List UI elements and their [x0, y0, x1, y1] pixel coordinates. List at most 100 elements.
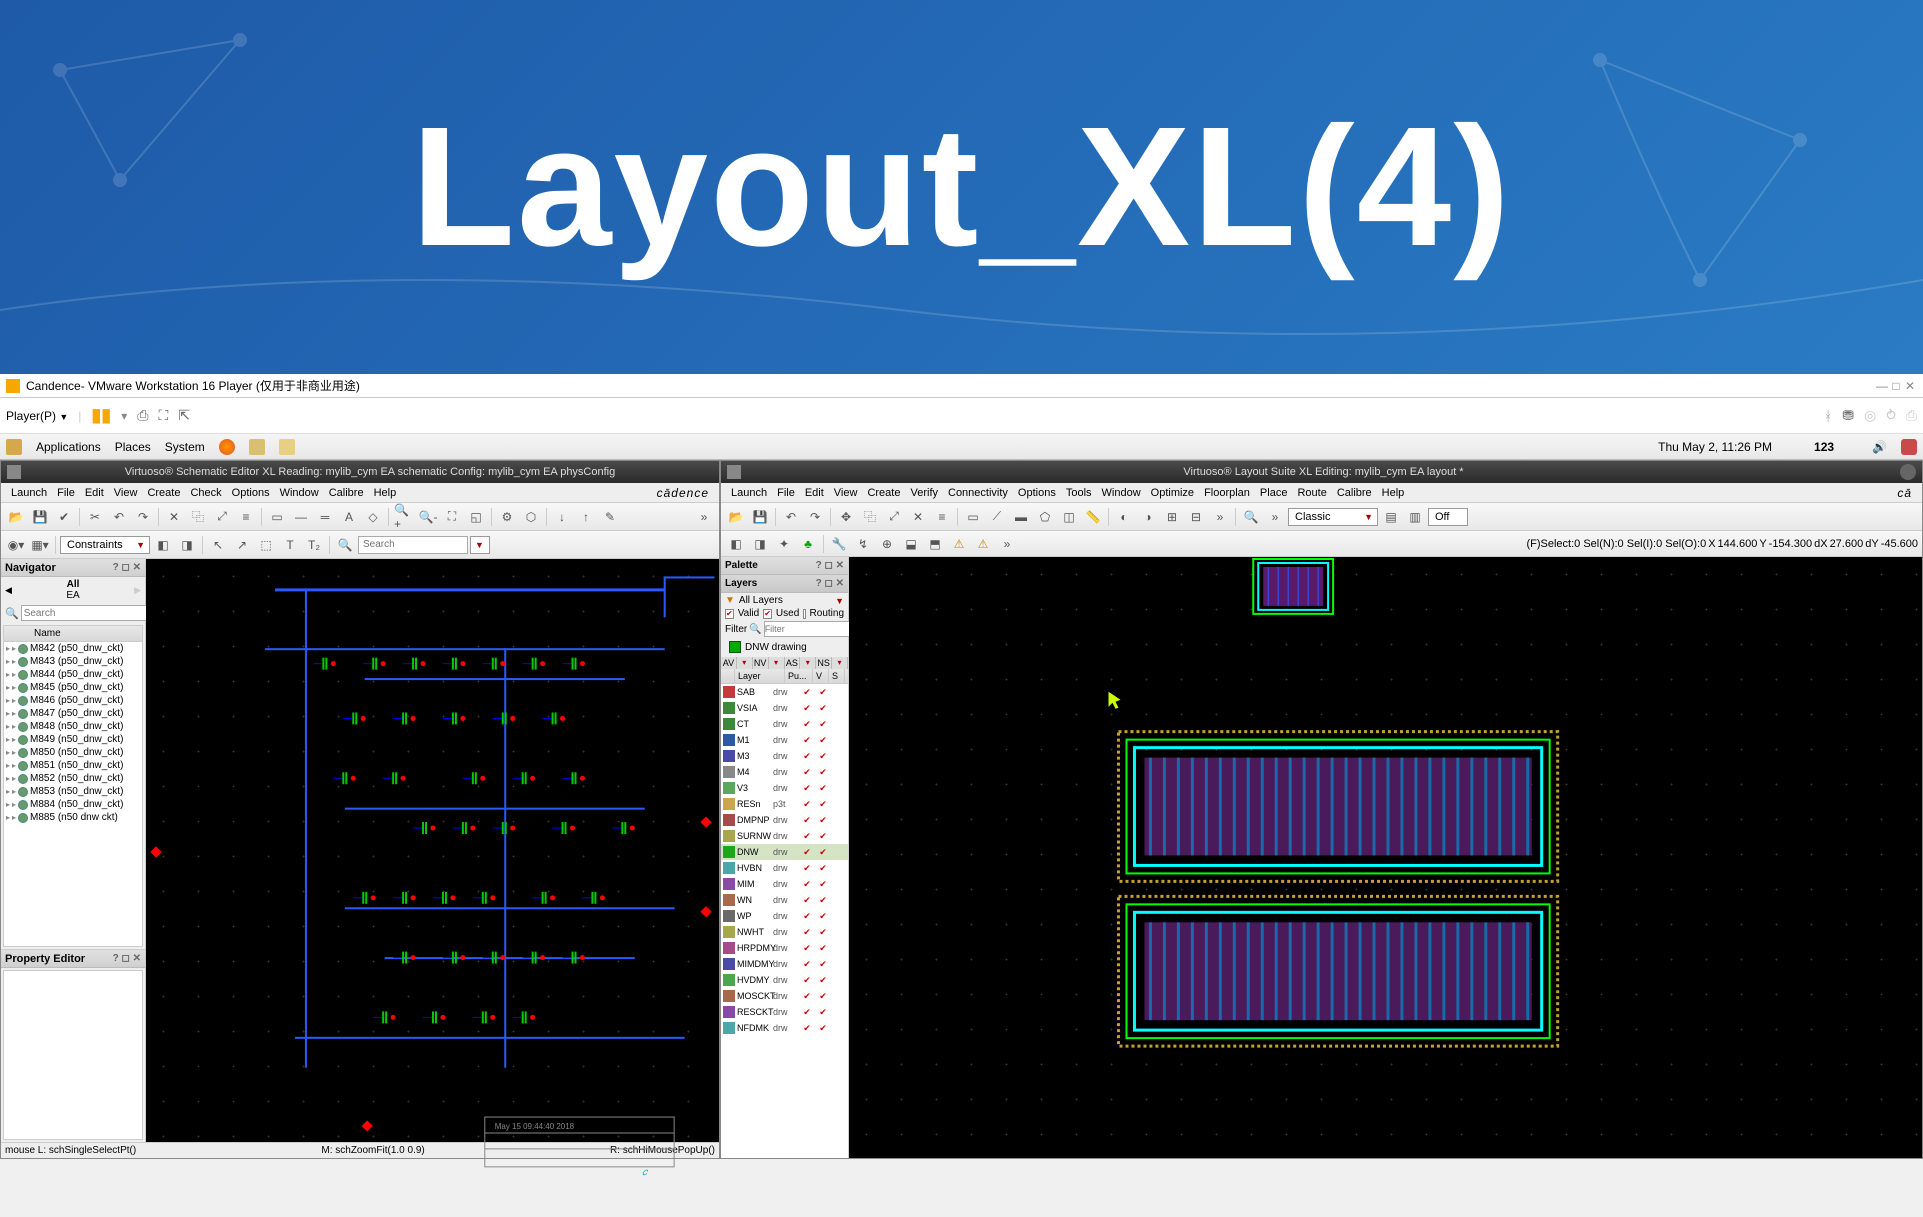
sel3-icon[interactable]: ⬚	[255, 534, 277, 556]
align-icon[interactable]: ♣	[797, 533, 819, 555]
palette-header[interactable]: Palette? ◻ ✕	[721, 557, 848, 575]
prop-icon[interactable]: ≡	[235, 506, 257, 528]
current-layer[interactable]: DNW drawing	[725, 639, 844, 655]
menu-connectivity[interactable]: Connectivity	[944, 487, 1012, 499]
t2[interactable]: ◨	[749, 533, 771, 555]
layer-row[interactable]: NFDMKdrw✔✔	[721, 1020, 848, 1036]
tree-item[interactable]: ▸▸M843 (p50_dnw_ckt)	[4, 655, 142, 668]
layer-row[interactable]: M1drw✔✔	[721, 732, 848, 748]
layer-row[interactable]: WNdrw✔✔	[721, 892, 848, 908]
menu-create[interactable]: Create	[143, 487, 184, 499]
warn-icon[interactable]: ⚠	[948, 533, 970, 555]
ruler-icon[interactable]: 📏	[1082, 506, 1104, 528]
menu-check[interactable]: Check	[186, 487, 225, 499]
distro-icon[interactable]	[6, 439, 22, 455]
ci3[interactable]: ⊞	[1161, 506, 1183, 528]
all-layers-drop[interactable]: ▼	[835, 596, 844, 606]
search-drop[interactable]: ▼	[470, 536, 490, 554]
prop-editor-header[interactable]: Property Editor ? ◻ ✕	[1, 950, 145, 968]
layer-row[interactable]: CTdrw✔✔	[721, 716, 848, 732]
tree-item[interactable]: ▸▸M848 (n50_dnw_ckt)	[4, 720, 142, 733]
menu-help[interactable]: Help	[1378, 487, 1409, 499]
menu-window[interactable]: Window	[1098, 487, 1145, 499]
used-checkbox[interactable]: ✔	[763, 609, 772, 619]
ci4[interactable]: ⊟	[1185, 506, 1207, 528]
tree-item[interactable]: ▸▸M847 (p50_dnw_ckt)	[4, 707, 142, 720]
zoom-out-icon[interactable]: 🔍-	[417, 506, 439, 528]
close-icon[interactable]	[1900, 464, 1916, 480]
tree-item[interactable]: ▸▸M844 (p50_dnw_ckt)	[4, 668, 142, 681]
t5[interactable]: ⊕	[876, 533, 898, 555]
t1[interactable]: ◧	[725, 533, 747, 555]
zoom-in-icon[interactable]: 🔍+	[393, 506, 415, 528]
menu-edit[interactable]: Edit	[801, 487, 828, 499]
tree-item[interactable]: ▸▸M853 (n50_dnw_ckt)	[4, 785, 142, 798]
wide-wire-icon[interactable]: ═	[314, 506, 336, 528]
tree-column-name[interactable]: Name	[4, 626, 142, 642]
stretch-icon[interactable]: ⤢	[211, 506, 233, 528]
wire-icon[interactable]: —	[290, 506, 312, 528]
layer-row[interactable]: DMPNPdrw✔✔	[721, 812, 848, 828]
tree-item[interactable]: ▸▸M885 (n50 dnw ckt)	[4, 811, 142, 824]
copy-icon[interactable]: ⿻	[187, 506, 209, 528]
clock[interactable]: Thu May 2, 11:26 PM	[1658, 440, 1772, 454]
net-icon[interactable]: ⥁	[1886, 407, 1896, 424]
menu-place[interactable]: Place	[1256, 487, 1292, 499]
cd-icon[interactable]: ◎	[1864, 407, 1876, 424]
menu-applications[interactable]: Applications	[36, 440, 101, 454]
delete-icon[interactable]: ✕	[163, 506, 185, 528]
zoom-fit-icon[interactable]: ⛶	[441, 506, 463, 528]
layer-row[interactable]: M3drw✔✔	[721, 748, 848, 764]
menu-help[interactable]: Help	[370, 487, 401, 499]
layer-row[interactable]: M4drw✔✔	[721, 764, 848, 780]
tree-item[interactable]: ▸▸M845 (p50_dnw_ckt)	[4, 681, 142, 694]
t6[interactable]: ⬓	[900, 533, 922, 555]
off-dropdown[interactable]: Off	[1428, 508, 1468, 526]
t4[interactable]: ↯	[852, 533, 874, 555]
fwd-icon[interactable]: ▶	[134, 585, 141, 596]
wk1-icon[interactable]: ▤	[1380, 506, 1402, 528]
asc-icon[interactable]: ↑	[575, 506, 597, 528]
filter-icon[interactable]: ▼	[725, 595, 735, 606]
bt-icon[interactable]: ᚼ	[1824, 408, 1832, 424]
battery-indicator[interactable]: 123	[1814, 440, 1834, 454]
layout-canvas[interactable]	[849, 557, 1922, 1158]
navigator-header[interactable]: Navigator ? ◻ ✕	[1, 559, 145, 577]
pin-icon[interactable]: ? ◻ ✕	[113, 953, 141, 964]
layer-table-header[interactable]: Layer Pu... V S	[721, 669, 848, 684]
search-icon[interactable]: 🔍	[749, 624, 761, 635]
layer-icon[interactable]: ▦▾	[29, 534, 51, 556]
menu-options[interactable]: Options	[228, 487, 274, 499]
check-icon[interactable]: ✔	[53, 506, 75, 528]
undo-icon[interactable]: ↶	[780, 506, 802, 528]
tree-item[interactable]: ▸▸M884 (n50_dnw_ckt)	[4, 798, 142, 811]
instance-icon[interactable]: ▭	[266, 506, 288, 528]
rect-icon[interactable]: ▬	[1010, 506, 1032, 528]
menu-route[interactable]: Route	[1293, 487, 1330, 499]
layer-row[interactable]: NWHTdrw✔✔	[721, 924, 848, 940]
layer-table[interactable]: Layer Pu... V S SABdrw✔✔VSIAdrw✔✔CTdrw✔✔…	[721, 669, 848, 1158]
constraint-icon[interactable]: ⚙	[496, 506, 518, 528]
window-controls[interactable]: —□✕	[1875, 379, 1917, 393]
menu-view[interactable]: View	[110, 487, 142, 499]
del-icon[interactable]: ✕	[907, 506, 929, 528]
power-icon[interactable]	[1901, 439, 1917, 455]
fullscreen-icon[interactable]: ⛶	[158, 407, 168, 424]
save-icon[interactable]: 💾	[749, 506, 771, 528]
menu-floorplan[interactable]: Floorplan	[1200, 487, 1254, 499]
redo-icon[interactable]: ↷	[804, 506, 826, 528]
prop-editor-body[interactable]	[3, 970, 143, 1140]
pin-icon[interactable]: ? ◻ ✕	[113, 562, 141, 573]
path-icon[interactable]: ⟋	[986, 506, 1008, 528]
layer-row[interactable]: HVBNdrw✔✔	[721, 860, 848, 876]
tree-item[interactable]: ▸▸M842 (p50_dnw_ckt)	[4, 642, 142, 655]
menu-places[interactable]: Places	[115, 440, 151, 454]
menu-launch[interactable]: Launch	[727, 487, 771, 499]
mode-icon[interactable]: ◉▾	[5, 534, 27, 556]
poly-icon[interactable]: ⬠	[1034, 506, 1056, 528]
t7[interactable]: ⬒	[924, 533, 946, 555]
layout-titlebar[interactable]: Virtuoso® Layout Suite XL Editing: mylib…	[721, 461, 1922, 483]
print-icon[interactable]: ⎙	[1906, 407, 1917, 424]
menu-window[interactable]: Window	[276, 487, 323, 499]
more2-icon[interactable]: »	[1264, 506, 1286, 528]
